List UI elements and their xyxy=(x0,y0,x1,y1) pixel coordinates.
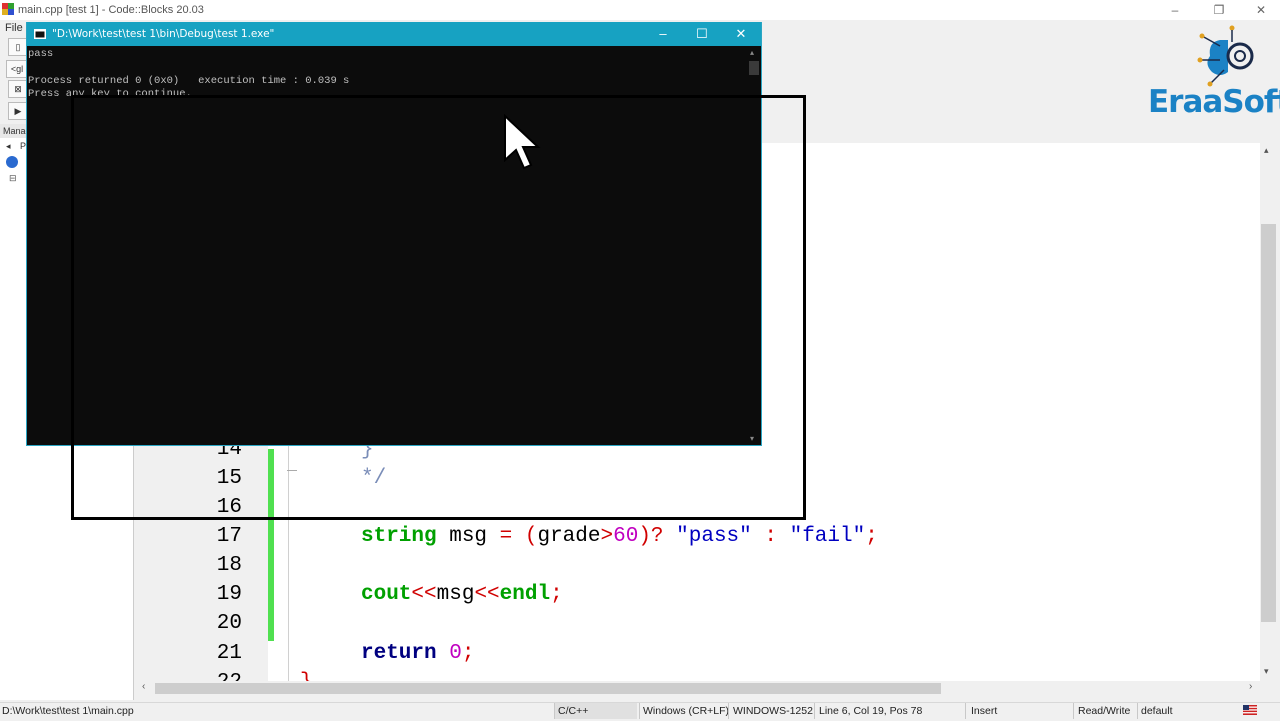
code-line-22[interactable]: } xyxy=(300,671,313,681)
status-separator xyxy=(965,703,966,719)
line-number: 18 xyxy=(216,554,242,577)
mouse-cursor-icon xyxy=(504,114,541,170)
highlight-rectangle xyxy=(71,95,806,520)
chevron-left-icon[interactable]: ◂ xyxy=(6,141,11,152)
ide-window-title: main.cpp [test 1] - Code::Blocks 20.03 xyxy=(18,4,204,16)
code-line-21[interactable]: return 0; xyxy=(361,642,474,665)
new-file-icon[interactable]: ▯ xyxy=(8,38,28,56)
close-icon[interactable]: ✕ xyxy=(1246,2,1276,18)
console-maximize-icon[interactable]: ☐ xyxy=(683,22,721,46)
horizontal-scroll-thumb[interactable] xyxy=(155,683,941,694)
status-mode: Insert xyxy=(971,705,998,717)
tree-expander-icon[interactable]: ⊟ xyxy=(9,173,17,184)
console-title: "D:\Work\test\test 1\bin\Debug\test 1.ex… xyxy=(52,28,275,40)
scroll-up-icon[interactable]: ▴ xyxy=(1264,145,1269,156)
console-scroll-thumb[interactable] xyxy=(749,61,759,75)
line-number: 17 xyxy=(216,525,242,548)
minimize-icon[interactable]: – xyxy=(1160,2,1190,18)
console-scroll-up-icon[interactable]: ▴ xyxy=(750,48,754,57)
console-close-icon[interactable]: ✕ xyxy=(722,22,760,46)
logo-text: EraaSoft xyxy=(1148,84,1280,120)
codeblocks-app-icon xyxy=(2,3,14,15)
status-encoding: WINDOWS-1252 xyxy=(733,705,813,717)
status-language: C/C++ xyxy=(558,705,589,717)
code-line-19[interactable]: cout<<msg<<endl; xyxy=(361,583,563,606)
console-output-line: pass xyxy=(28,48,54,60)
status-separator xyxy=(728,703,729,719)
status-separator xyxy=(639,703,640,719)
line-number: 22 xyxy=(132,671,242,681)
scroll-right-icon[interactable]: › xyxy=(1249,681,1252,692)
workspace-icon[interactable] xyxy=(6,156,18,168)
status-position: Line 6, Col 19, Pos 78 xyxy=(819,705,923,717)
status-separator xyxy=(1137,703,1138,719)
line-number: 21 xyxy=(216,642,242,665)
status-access: Read/Write xyxy=(1078,705,1131,717)
console-minimize-icon[interactable]: – xyxy=(644,22,682,46)
scroll-down-icon[interactable]: ▾ xyxy=(1264,666,1269,677)
line-number: 20 xyxy=(216,612,242,635)
run-icon[interactable]: ▶ xyxy=(8,102,28,120)
status-profile: default xyxy=(1141,705,1173,717)
status-file-path: D:\Work\test\test 1\main.cpp xyxy=(2,705,134,717)
restore-icon[interactable]: ❐ xyxy=(1204,2,1234,18)
menu-file[interactable]: File xyxy=(5,22,23,34)
build-icon[interactable]: ⊠ xyxy=(8,80,28,98)
line-number: 19 xyxy=(216,583,242,606)
console-output-line: Process returned 0 (0x0) execution time … xyxy=(28,75,350,87)
vertical-scroll-thumb[interactable] xyxy=(1261,224,1276,622)
scroll-left-icon[interactable]: ‹ xyxy=(142,681,145,692)
console-app-icon xyxy=(34,29,46,39)
status-separator xyxy=(1073,703,1074,719)
code-line-17[interactable]: string msg = (grade>60)? "pass" : "fail"… xyxy=(361,525,878,548)
us-flag-icon xyxy=(1243,705,1257,715)
scope-dropdown[interactable]: <gl xyxy=(6,60,28,78)
status-separator xyxy=(814,703,815,719)
status-line-endings: Windows (CR+LF) xyxy=(643,705,730,717)
